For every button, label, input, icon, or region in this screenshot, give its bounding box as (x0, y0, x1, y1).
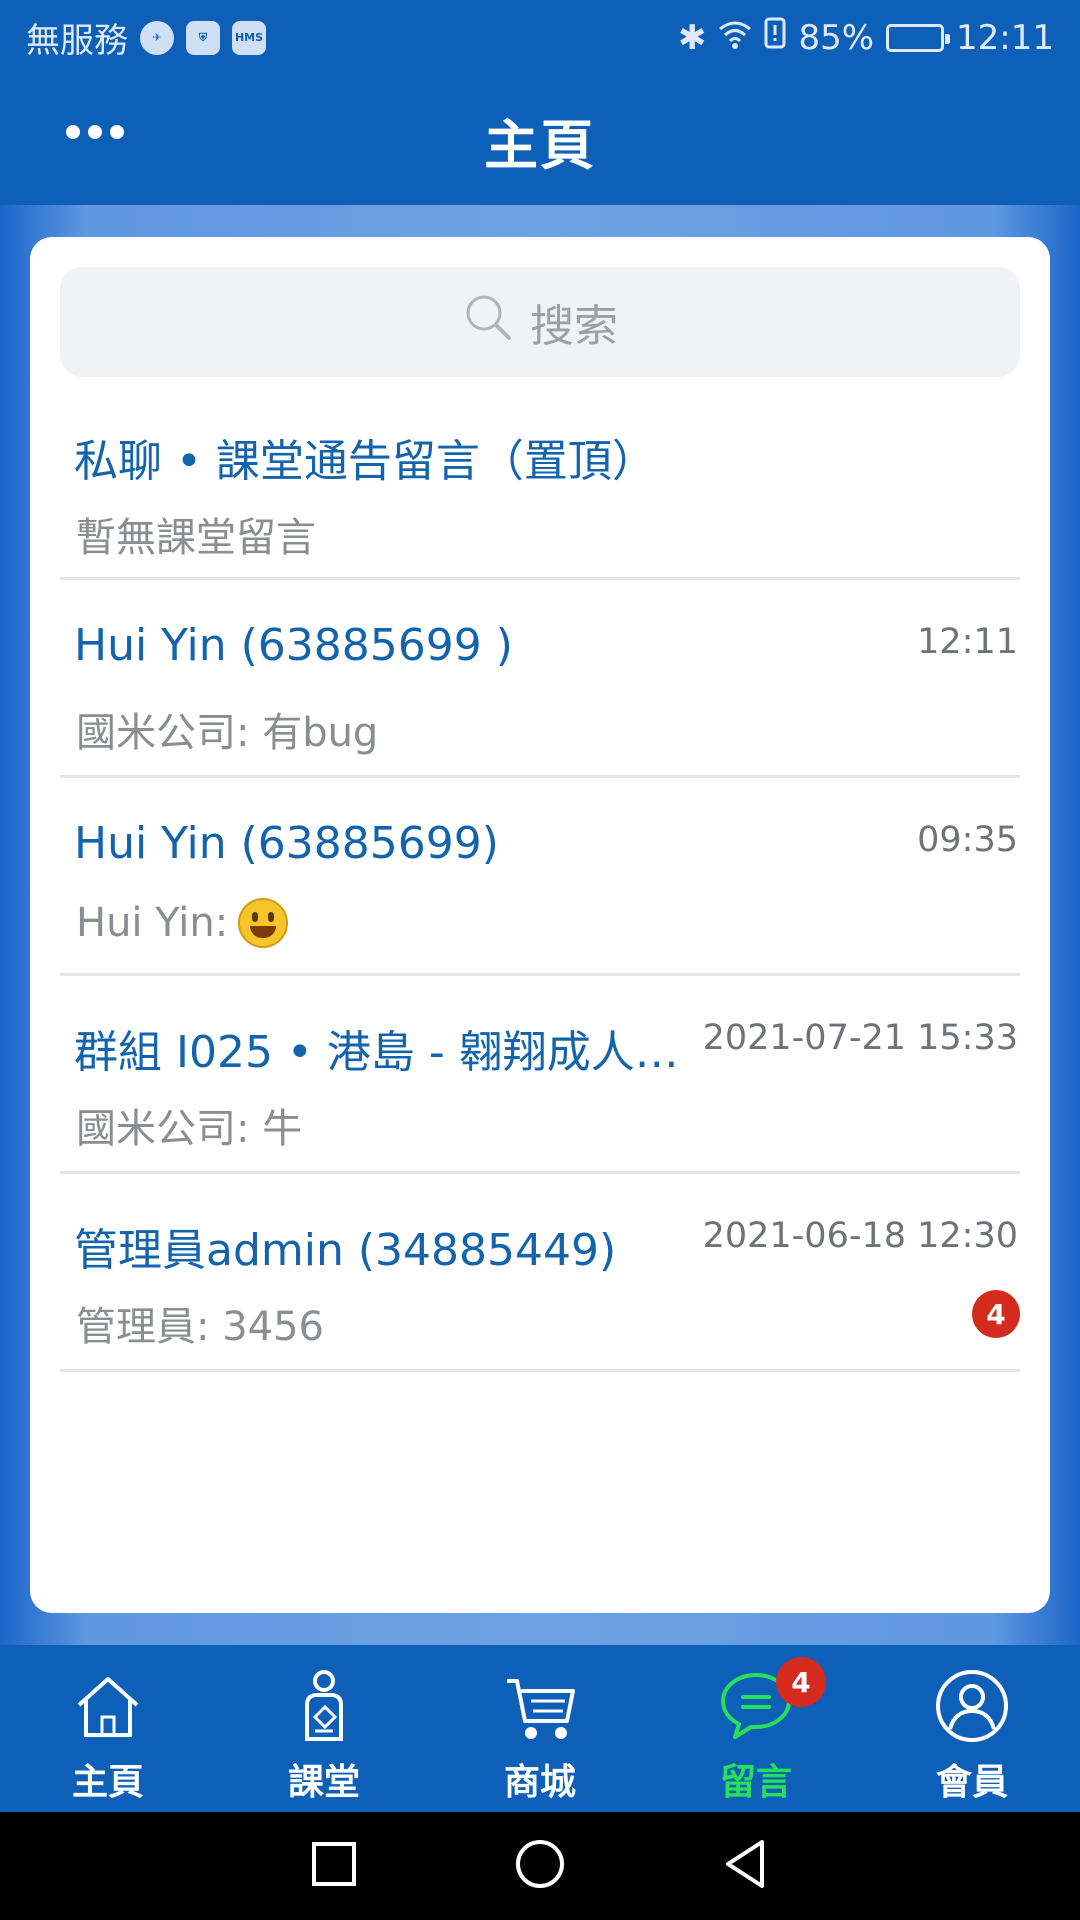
conversation-time: 12:11 (917, 622, 1018, 662)
hms-icon: HMS (232, 20, 266, 55)
nav-label: 主頁 (71, 1762, 144, 1803)
battery-percent: 85% (798, 17, 875, 58)
clock: 12:11 (956, 17, 1054, 58)
page-title: 主頁 (484, 113, 596, 177)
unread-badge: 4 (972, 1290, 1020, 1338)
nav-label: 課堂 (287, 1762, 360, 1803)
search-icon (462, 291, 514, 354)
conversation-title: Hui Yin (63885699) (74, 818, 499, 869)
nav-classroom[interactable]: 課堂 (216, 1645, 432, 1812)
nav-messages[interactable]: 4 留言 (648, 1645, 864, 1812)
nav-label: 留言 (719, 1762, 792, 1803)
conversation-title: 管理員admin (34885449) (74, 1225, 617, 1276)
conversation-time: 2021-07-21 15:33 (702, 1018, 1018, 1058)
wifi-icon (718, 18, 752, 58)
conversation-card: 搜索 私聊 • 課堂通告留言（置頂） 暫無課堂留言 Hui Yin (63885… (30, 237, 1050, 1613)
user-icon (933, 1667, 1011, 1749)
nav-member[interactable]: 會員 (864, 1645, 1080, 1812)
status-left: 無服務 ✈ ⛨ HMS (26, 13, 266, 62)
preview-text: 暫無課堂留言 (76, 515, 316, 561)
home-button[interactable] (512, 1836, 568, 1896)
battery-icon (886, 23, 951, 52)
recent-apps-button[interactable] (306, 1836, 362, 1896)
conversation-preview: 暫無課堂留言 (76, 505, 316, 563)
conversation-title: 私聊 • 課堂通告留言（置頂） (74, 436, 656, 487)
classroom-icon (285, 1667, 363, 1749)
conversation-preview: 國米公司: 有bug (76, 700, 378, 758)
conversation-list: 私聊 • 課堂通告留言（置頂） 暫無課堂留言 Hui Yin (63885699… (60, 385, 1020, 1372)
app-header: 主頁 (0, 75, 1080, 205)
list-item[interactable]: Hui Yin (63885699) 09:35 Hui Yin: (60, 778, 1020, 976)
conversation-time: 09:35 (917, 820, 1018, 860)
dot-icon (66, 125, 80, 139)
bluetooth-icon: ✱ (677, 17, 707, 58)
conversation-title: Hui Yin (63885699 ) (74, 620, 513, 671)
nav-label: 會員 (935, 1762, 1008, 1803)
conversation-preview: Hui Yin: (76, 898, 289, 948)
search-placeholder: 搜索 (530, 301, 618, 352)
system-navigation (0, 1812, 1080, 1920)
nav-shop[interactable]: 商城 (432, 1645, 648, 1812)
battery-alert-icon (764, 17, 786, 58)
search-input[interactable]: 搜索 (60, 267, 1020, 377)
nav-unread-badge: 4 (776, 1657, 826, 1707)
conversation-preview: 國米公司: 牛 (76, 1096, 302, 1154)
status-bar: 無服務 ✈ ⛨ HMS ✱ 85% 12:11 (0, 0, 1080, 75)
preview-text: Hui Yin: (76, 900, 229, 946)
conversation-title: 群組 I025 • 港島 - 翱翔成人足球… (74, 1027, 714, 1078)
nav-home[interactable]: 主頁 (0, 1645, 216, 1812)
conversation-preview: 管理員: 3456 (76, 1294, 324, 1352)
preview-text: 國米公司: 牛 (76, 1106, 303, 1152)
messenger-icon: ✈ (140, 20, 174, 55)
dot-icon (110, 125, 124, 139)
more-menu-button[interactable] (66, 125, 124, 139)
dot-icon (88, 125, 102, 139)
carrier-text: 無服務 (26, 21, 128, 61)
list-item[interactable]: 群組 I025 • 港島 - 翱翔成人足球… 2021-07-21 15:33 … (60, 976, 1020, 1174)
status-right: ✱ 85% 12:11 (678, 17, 1054, 58)
conversation-time: 2021-06-18 12:30 (702, 1216, 1018, 1256)
list-item[interactable]: 管理員admin (34885449) 2021-06-18 12:30 管理員… (60, 1174, 1020, 1372)
bottom-nav: 主頁 課堂 商城 4 留言 會員 (0, 1645, 1080, 1812)
cart-icon (501, 1667, 579, 1749)
shield-icon: ⛨ (186, 20, 220, 55)
preview-text: 國米公司: 有bug (76, 710, 379, 756)
preview-text: 管理員: 3456 (76, 1304, 324, 1350)
list-item[interactable]: Hui Yin (63885699 ) 12:11 國米公司: 有bug (60, 580, 1020, 778)
nav-label: 商城 (503, 1762, 576, 1803)
home-icon (69, 1667, 147, 1749)
list-item[interactable]: 私聊 • 課堂通告留言（置頂） 暫無課堂留言 (60, 385, 1020, 580)
smiley-icon (238, 898, 289, 948)
back-button[interactable] (718, 1836, 774, 1896)
